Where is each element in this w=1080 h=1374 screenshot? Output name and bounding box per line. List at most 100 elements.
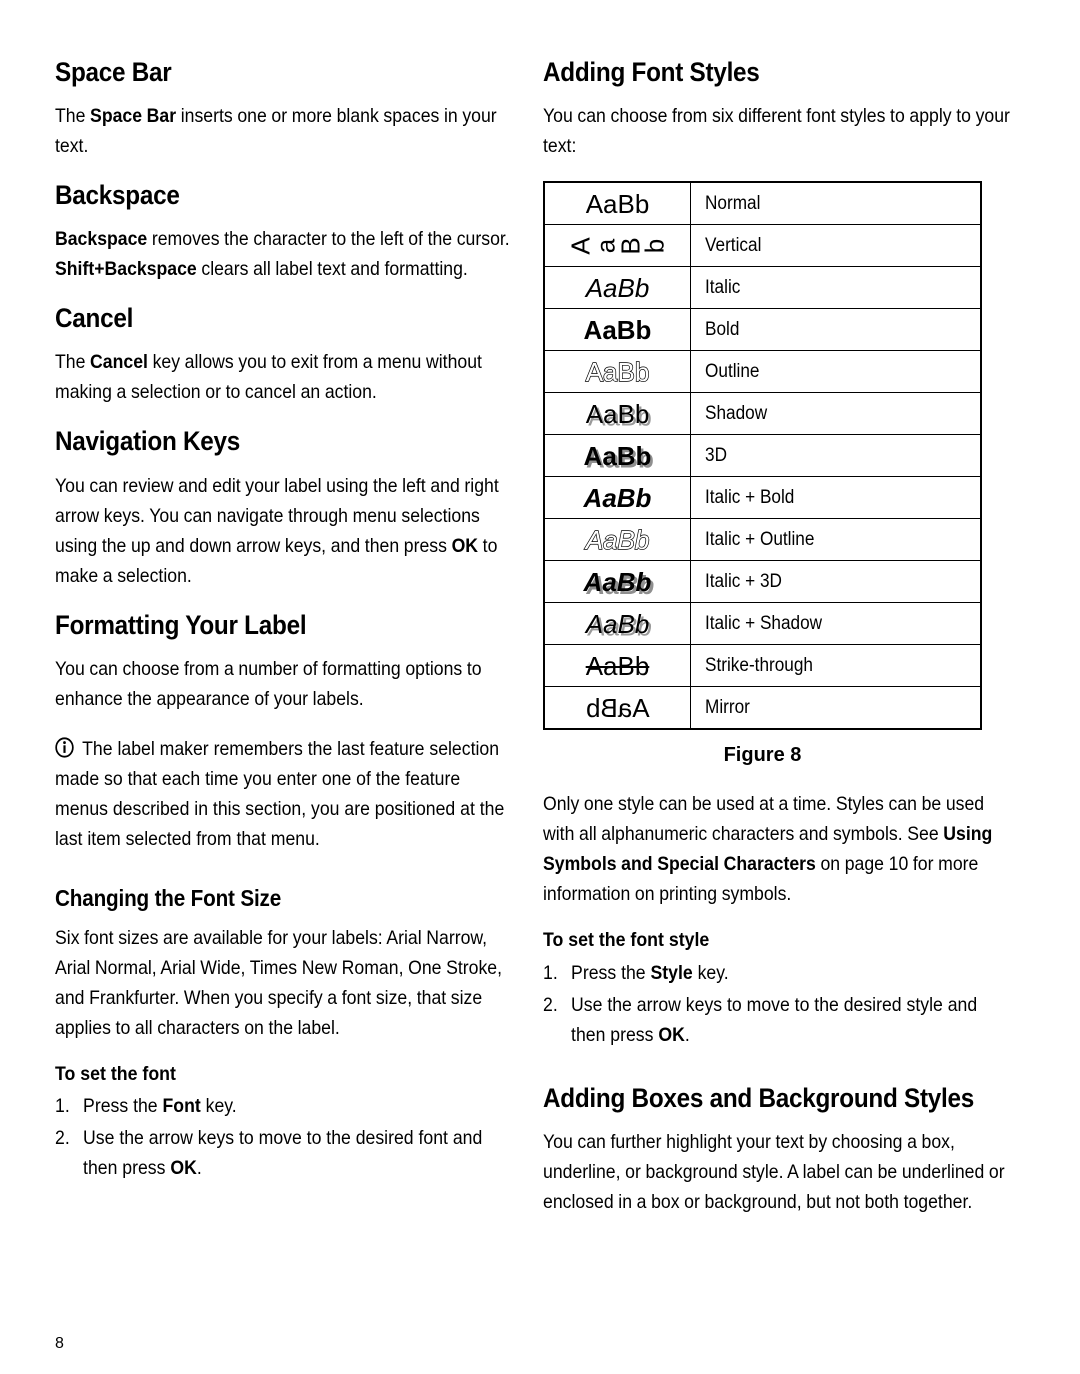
label-cell: Shadow — [690, 392, 982, 436]
label-cell: Strike-through — [690, 644, 982, 688]
paragraph-font-size: Six font sizes are available for your la… — [55, 926, 502, 1039]
list-item: 2. Use the arrow keys to move to the desi… — [543, 990, 1013, 1050]
table-row: AaBb Italic — [543, 266, 982, 310]
styles-note-text-1: Only one style can be used at a time. St… — [543, 793, 985, 846]
style-label: Italic + Outline — [705, 528, 815, 550]
figure-8: AaBb Normal AaBb Vertical AaBb Italic Aa… — [543, 181, 1013, 767]
sample-cell: AaBb — [543, 434, 691, 478]
step-number: 1. — [543, 961, 558, 984]
paragraph-space-bar: The Space Bar inserts one or more blank … — [55, 101, 510, 161]
left-column: Space Bar The Space Bar inserts one or m… — [55, 57, 510, 1185]
sample-cell: AaBb — [543, 266, 691, 310]
table-row: AaBb Outline — [543, 350, 982, 394]
heading-to-set-the-font: To set the font — [55, 1062, 176, 1085]
step-bold-1: Style — [650, 961, 693, 984]
table-row: AaBb Shadow — [543, 392, 982, 436]
sample-cell: AaBb — [543, 308, 691, 352]
sample-cell: AaBb — [543, 644, 691, 688]
step-text-2: key. — [200, 1095, 237, 1118]
step-number: 1. — [55, 1095, 70, 1118]
sample-italic-shadow: AaBb — [585, 608, 650, 639]
style-label: Italic + Shadow — [705, 612, 823, 634]
table-row: AaBb Bold — [543, 308, 982, 352]
step-text-2: . — [684, 1023, 690, 1046]
backspace-text-2: clears all label text and formatting. — [196, 258, 468, 281]
table-row: AaBb Strike-through — [543, 644, 982, 688]
heading-changing-the-font-size: Changing the Font Size — [55, 884, 282, 911]
cancel-bold-1: Cancel — [90, 351, 148, 374]
heading-formatting-your-label: Formatting Your Label — [55, 609, 307, 640]
style-label: Strike-through — [705, 654, 814, 676]
style-label: Outline — [705, 360, 760, 382]
sample-shadow: AaBb — [585, 398, 650, 429]
label-cell: Vertical — [690, 224, 982, 268]
sample-strike-through: AaBb — [585, 650, 650, 681]
table-row: AaBb 3D — [543, 434, 982, 478]
heading-backspace: Backspace — [55, 180, 180, 211]
font-styles-table-body: AaBb Normal AaBb Vertical AaBb Italic Aa… — [543, 181, 982, 730]
backspace-bold-1: Backspace — [55, 228, 148, 251]
style-label: Vertical — [705, 234, 762, 256]
table-row: AaBb Italic + Shadow — [543, 602, 982, 646]
step-text-1: Press the — [83, 1095, 163, 1118]
sample-italic-3d: AaBb — [583, 566, 652, 597]
paragraph-styles-note: Only one style can be used at a time. St… — [543, 789, 1013, 909]
font-styles-table: AaBb Normal AaBb Vertical AaBb Italic Aa… — [543, 181, 982, 731]
step-text-1: Press the — [571, 961, 651, 984]
sample-cell: AaBb — [543, 224, 691, 268]
heading-adding-font-styles: Adding Font Styles — [543, 57, 760, 87]
steps-set-the-font: 1. Press the Font key. 2. Use the arrow ke… — [55, 1091, 510, 1183]
step-text-2: key. — [692, 961, 729, 984]
label-cell: Outline — [690, 350, 982, 394]
paragraph-cancel: The Cancel key allows you to exit from a… — [55, 347, 510, 407]
sample-bold: AaBb — [583, 314, 652, 345]
style-label: Italic — [705, 276, 741, 298]
sample-vertical: AaBb — [565, 236, 670, 255]
heading-navigation-keys: Navigation Keys — [55, 426, 241, 457]
step-bold-1: OK — [658, 1023, 685, 1046]
note-text: The label maker remembers the last featu… — [55, 737, 505, 850]
style-label: Italic + Bold — [705, 486, 795, 508]
space-bar-bold: Space Bar — [90, 105, 177, 128]
sample-italic-outline: AaBb — [585, 524, 650, 555]
step-text-2: . — [196, 1157, 202, 1180]
sample-mirror: AaBb — [585, 692, 650, 723]
right-column: Adding Font Styles You can choose from s… — [543, 57, 1013, 1217]
cancel-text-1: The — [55, 351, 91, 374]
heading-to-set-the-font-style: To set the font style — [543, 929, 710, 952]
figure-caption: Figure 8 — [723, 744, 802, 767]
table-row: AaBb Italic + Outline — [543, 518, 982, 562]
note-formatting: The label maker remembers the last featu… — [55, 734, 510, 854]
style-label: Italic + 3D — [705, 570, 782, 592]
sample-cell: AaBb — [543, 686, 691, 730]
sample-cell: AaBb — [543, 350, 691, 394]
table-row: AaBb Italic + 3D — [543, 560, 982, 604]
paragraph-navigation-keys: You can review and edit your label using… — [55, 471, 510, 591]
step-bold-1: Font — [162, 1095, 201, 1118]
style-label: Bold — [705, 318, 740, 340]
label-cell: Normal — [690, 181, 982, 226]
step-text-1: Use the arrow keys to move to the desire… — [571, 993, 978, 1046]
document-page: Space Bar The Space Bar inserts one or m… — [0, 0, 1080, 1374]
paragraph-font-styles-intro: You can choose from six different font s… — [543, 105, 1010, 158]
sample-cell: AaBb — [543, 602, 691, 646]
sample-italic: AaBb — [585, 272, 650, 303]
label-cell: Mirror — [690, 686, 982, 730]
step-text-1: Use the arrow keys to move to the desire… — [83, 1127, 483, 1180]
list-item: 1. Press the Style key. — [543, 958, 1013, 988]
label-cell: Bold — [690, 308, 982, 352]
table-row: AaBb Vertical — [543, 224, 982, 268]
steps-set-the-font-style: 1. Press the Style key. 2. Use the arrow k… — [543, 958, 1013, 1050]
heading-adding-boxes-and-background-styles: Adding Boxes and Background Styles — [543, 1082, 975, 1113]
table-row: AaBb Normal — [543, 181, 982, 226]
label-cell: Italic + Outline — [690, 518, 982, 562]
label-cell: Italic + Shadow — [690, 602, 982, 646]
label-cell: Italic + Bold — [690, 476, 982, 520]
style-label: 3D — [705, 444, 727, 466]
heading-space-bar: Space Bar — [55, 57, 172, 87]
table-row: AaBb Mirror — [543, 686, 982, 730]
sample-normal: AaBb — [585, 188, 650, 219]
style-label: Normal — [705, 192, 761, 214]
label-cell: Italic — [690, 266, 982, 310]
nav-text-1: You can review and edit your label using… — [55, 474, 499, 557]
